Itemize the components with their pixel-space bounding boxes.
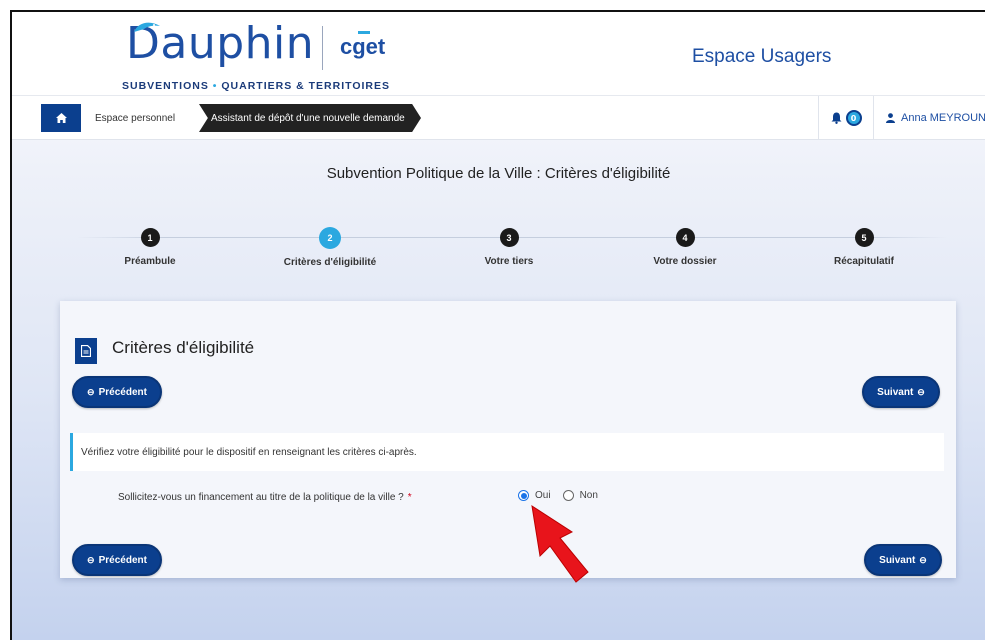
page-title: Subvention Politique de la Ville : Critè… <box>326 165 671 182</box>
user-name: Anna MEYROUN <box>901 112 985 124</box>
radio-non-label[interactable]: Non <box>580 490 598 501</box>
home-icon <box>55 113 67 123</box>
bell-icon <box>831 112 842 124</box>
tagline-left: SUBVENTIONS <box>122 80 209 92</box>
step-label: Critères d'éligibilité <box>283 257 377 268</box>
card-title: Critères d'éligibilité <box>112 338 255 357</box>
next-label: Suivant <box>879 554 916 566</box>
step-number: 2 <box>319 227 341 249</box>
logo-separator <box>322 26 323 70</box>
space-title: Espace Usagers <box>692 46 832 67</box>
previous-button[interactable]: ⊖ Précédent <box>72 376 162 408</box>
step-label: Votre tiers <box>484 256 534 267</box>
step-preambule[interactable]: 1 Préambule <box>70 228 230 267</box>
previous-label: Précédent <box>98 554 147 566</box>
step-criteres[interactable]: 2 Critères d'éligibilité <box>250 227 410 268</box>
step-number: 4 <box>675 228 695 247</box>
previous-label: Précédent <box>98 386 147 398</box>
radio-oui[interactable] <box>518 490 529 501</box>
red-arrow-annotation <box>531 504 589 583</box>
document-icon <box>75 338 97 364</box>
user-menu[interactable]: Anna MEYROUN <box>874 96 985 140</box>
question-label: Sollicitez-vous un financement au titre … <box>118 492 412 503</box>
arrow-right-circle-icon: ⊖ <box>917 386 925 397</box>
next-label: Suivant <box>877 386 914 398</box>
breadcrumb-espace-personnel[interactable]: Espace personnel <box>81 104 199 132</box>
user-icon <box>886 113 895 123</box>
radio-group: Oui Non <box>518 490 604 501</box>
logo-tagline: SUBVENTIONS • QUARTIERS & TERRITOIRES <box>122 80 390 92</box>
dolphin-icon <box>134 22 160 32</box>
arrow-left-circle-icon: ⊖ <box>87 554 95 565</box>
previous-button-bottom[interactable]: ⊖ Précédent <box>72 544 162 576</box>
notification-count: 0 <box>845 110 862 126</box>
notifications-button[interactable]: 0 <box>818 96 874 140</box>
breadcrumb-current: Assistant de dépôt d'une nouvelle demand… <box>199 104 421 132</box>
step-number: 3 <box>499 228 519 247</box>
step-label: Votre dossier <box>653 256 717 267</box>
step-recapitulatif[interactable]: 5 Récapitulatif <box>784 228 944 267</box>
next-button-bottom[interactable]: Suivant ⊖ <box>864 544 942 576</box>
info-box: Vérifiez votre éligibilité pour le dispo… <box>70 433 944 471</box>
eligibility-card: Critères d'éligibilité ⊖ Précédent Suiva… <box>60 301 956 578</box>
step-number: 1 <box>140 228 160 247</box>
radio-non[interactable] <box>562 490 574 501</box>
step-number: 5 <box>854 228 874 247</box>
next-button[interactable]: Suivant ⊖ <box>862 376 940 408</box>
breadcrumb-home[interactable] <box>41 104 81 132</box>
step-votre-dossier[interactable]: 4 Votre dossier <box>605 228 765 267</box>
tagline-right: QUARTIERS & TERRITOIRES <box>221 80 391 92</box>
question-text: Sollicitez-vous un financement au titre … <box>118 492 404 503</box>
site-header: Dauphin cget SUBVENTIONS • QUARTIERS & T… <box>12 12 985 96</box>
dauphin-logo[interactable]: Dauphin cget SUBVENTIONS • QUARTIERS & T… <box>118 18 418 94</box>
arrow-right-circle-icon: ⊖ <box>919 554 927 565</box>
arrow-left-circle-icon: ⊖ <box>87 386 95 397</box>
app-screen: Dauphin cget SUBVENTIONS • QUARTIERS & T… <box>12 12 985 640</box>
radio-oui-label[interactable]: Oui <box>535 490 551 501</box>
required-mark: * <box>407 492 412 503</box>
step-label: Préambule <box>124 256 176 267</box>
step-votre-tiers[interactable]: 3 Votre tiers <box>429 228 589 267</box>
step-label: Récapitulatif <box>833 256 894 267</box>
cget-logo: cget <box>340 34 386 59</box>
